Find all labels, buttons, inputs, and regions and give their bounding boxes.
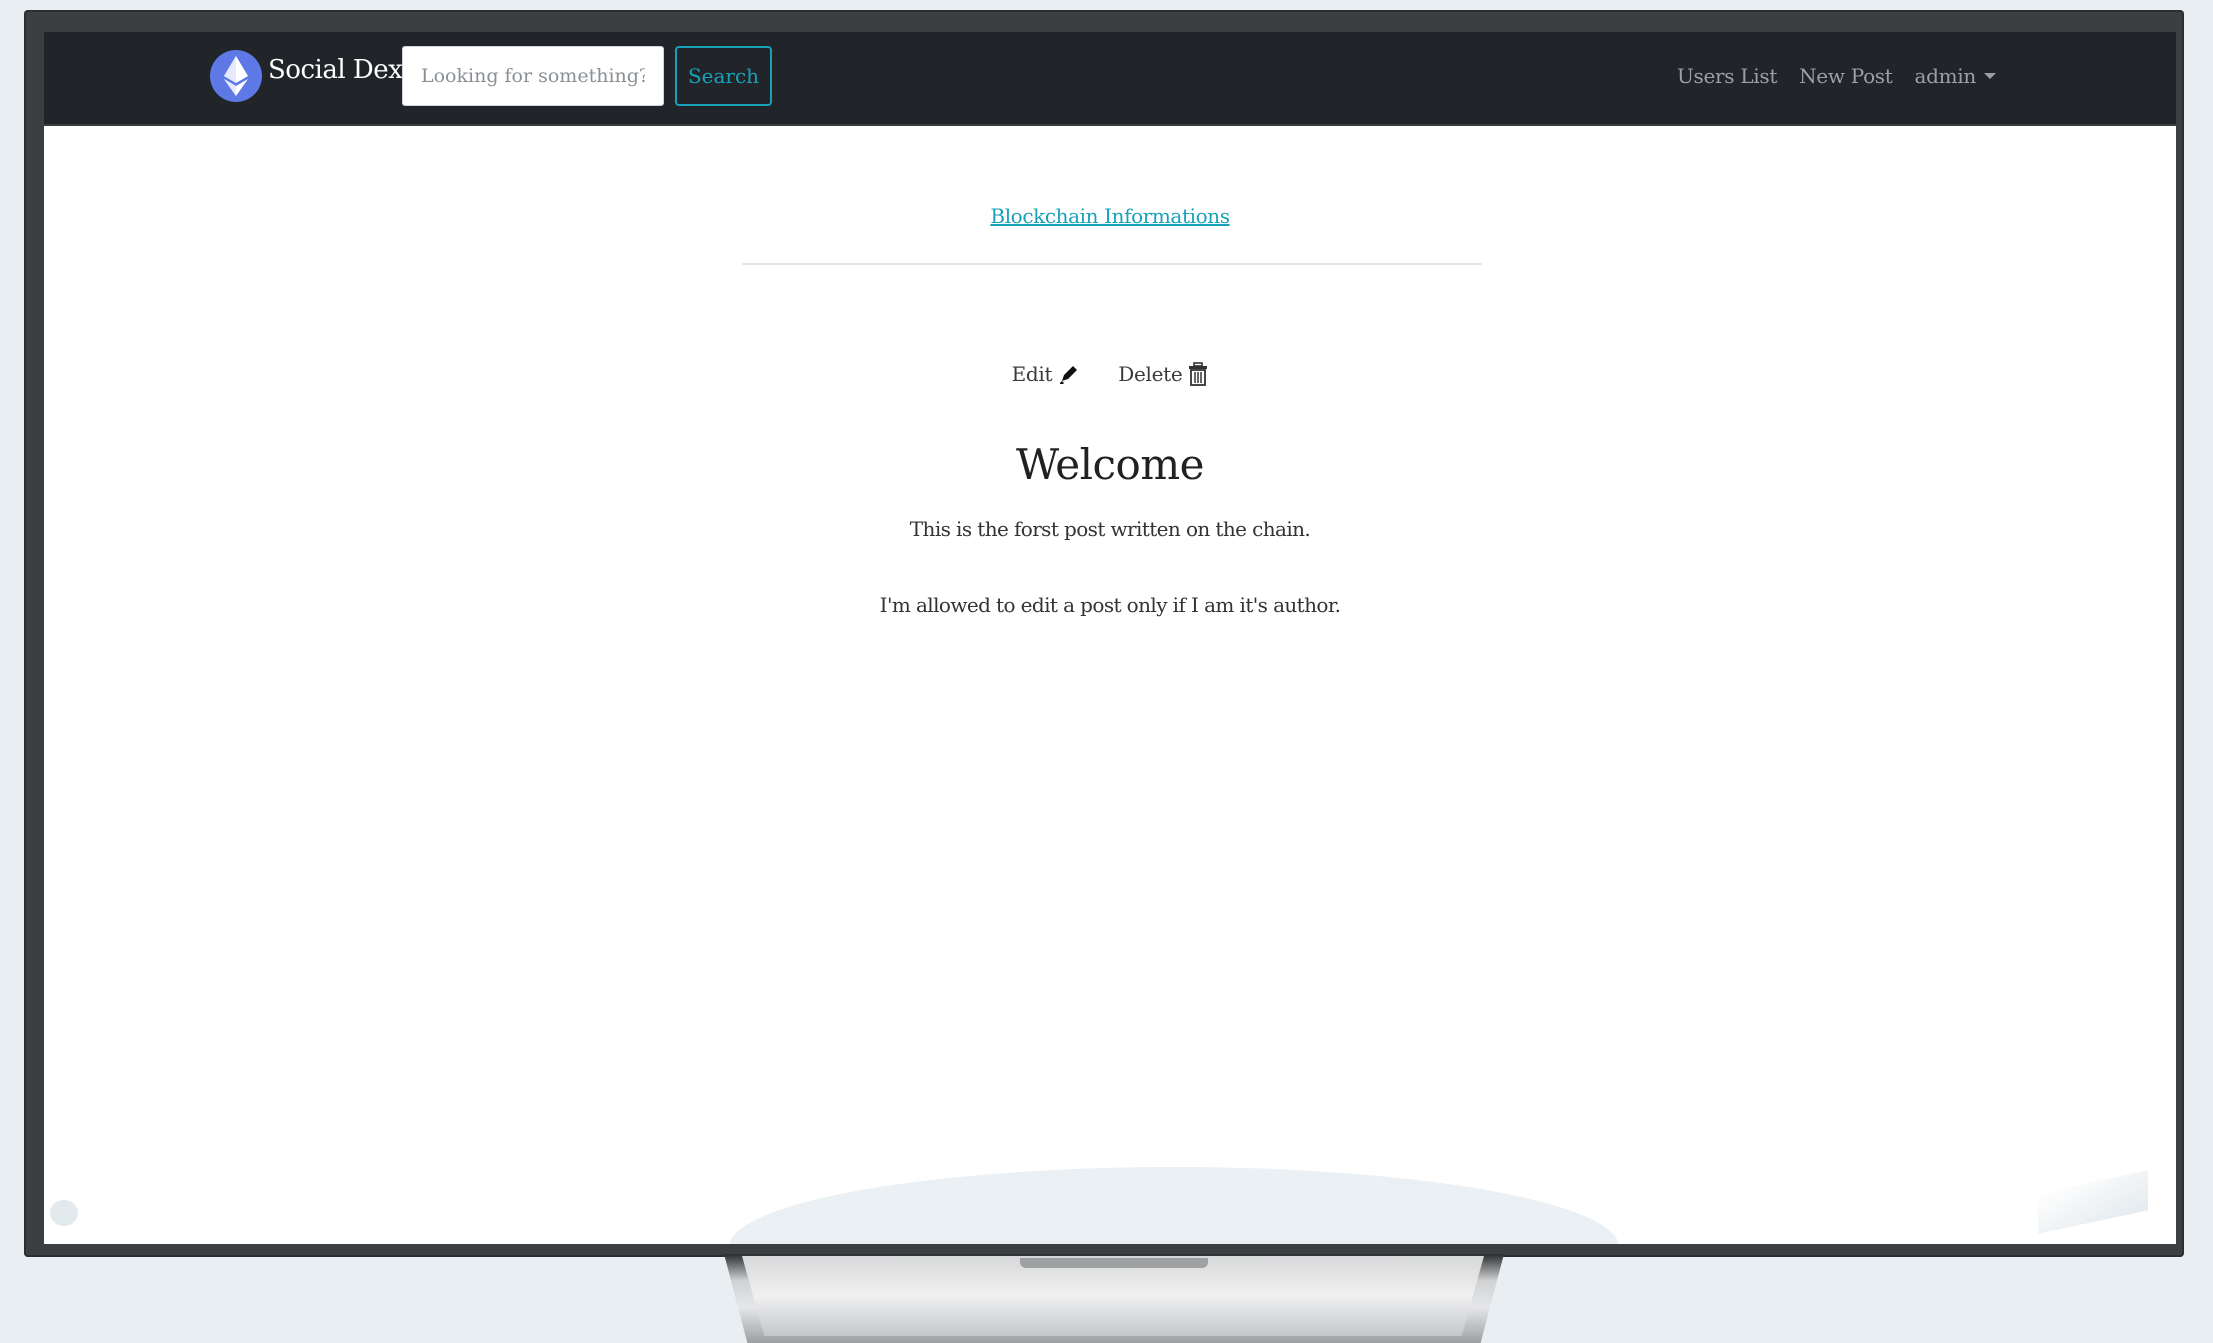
new-post-link[interactable]: New Post — [1799, 64, 1893, 88]
browser-screen: Social Dex Search Users List New Post ad… — [44, 32, 2176, 1244]
screen-reflection — [2038, 1170, 2148, 1234]
post-title: Welcome — [1015, 440, 1205, 489]
blockchain-info-link[interactable]: Blockchain Informations — [44, 204, 2176, 228]
brand-name: Social Dex — [268, 55, 403, 85]
post-body-line: This is the forst post written on the ch… — [909, 517, 1311, 541]
divider — [742, 263, 1482, 265]
users-list-link[interactable]: Users List — [1677, 64, 1777, 88]
account-dropdown[interactable]: admin — [1915, 64, 1996, 88]
nav-links: Users List New Post admin — [1677, 46, 1996, 106]
search-input[interactable] — [402, 46, 664, 106]
brand-link[interactable]: Social Dex — [210, 46, 403, 106]
trash-icon — [1189, 362, 1208, 386]
edit-button[interactable]: Edit — [1012, 362, 1081, 386]
delete-label: Delete — [1118, 362, 1183, 386]
monitor-stand-base — [742, 1256, 1484, 1336]
top-navbar: Social Dex Search Users List New Post ad… — [44, 32, 2176, 126]
post-actions: Edit Delete — [44, 362, 2176, 386]
pencil-icon — [1060, 366, 1078, 384]
screen-reflection — [729, 1167, 1619, 1244]
edit-label: Edit — [1011, 362, 1053, 386]
search-button[interactable]: Search — [675, 46, 772, 106]
account-name: admin — [1914, 64, 1977, 88]
monitor-frame: Social Dex Search Users List New Post ad… — [24, 10, 2184, 1257]
screen-reflection — [50, 1200, 78, 1226]
ethereum-icon — [210, 50, 262, 102]
delete-button[interactable]: Delete — [1118, 362, 1208, 386]
caret-down-icon — [1984, 73, 1996, 79]
monitor-stand-slot — [1020, 1258, 1208, 1268]
post-body-line: I'm allowed to edit a post only if I am … — [879, 593, 1341, 617]
